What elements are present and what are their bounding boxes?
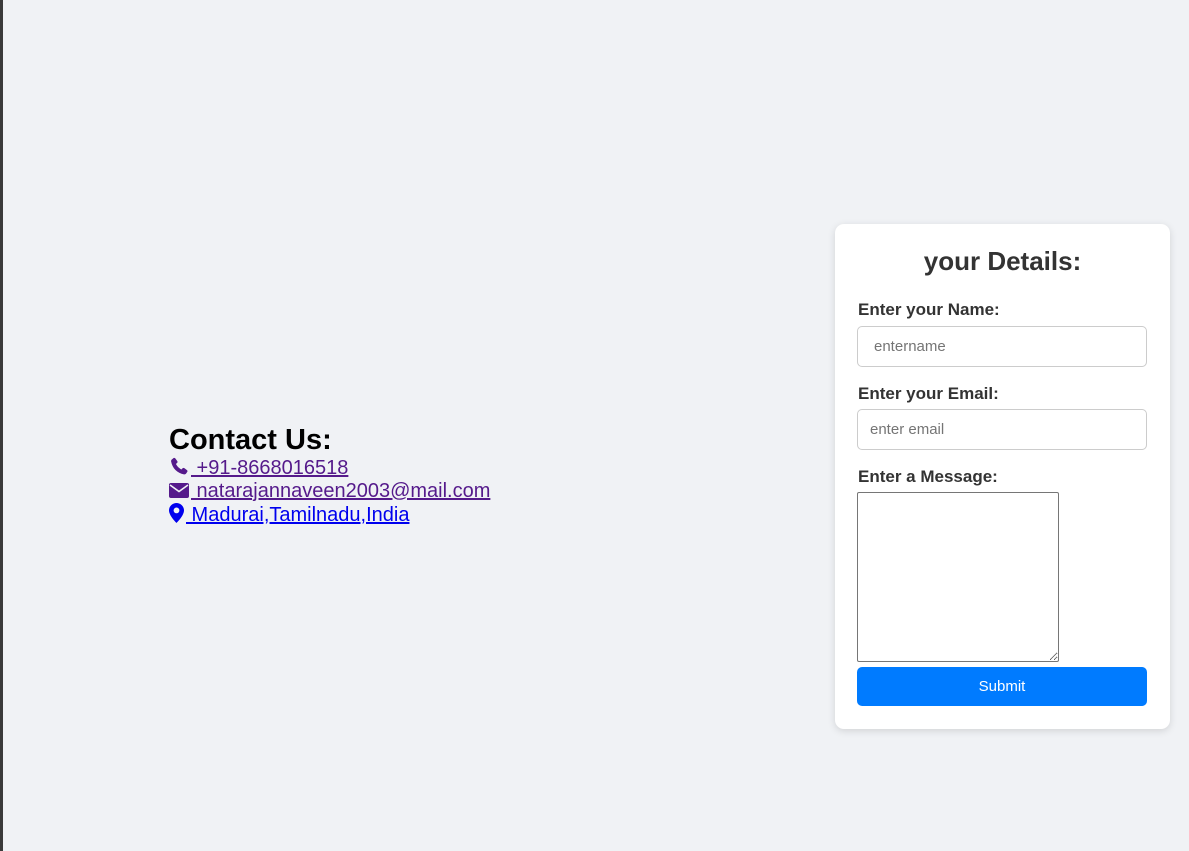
submit-button[interactable]: Submit <box>857 667 1147 706</box>
map-marker-icon <box>169 503 184 523</box>
email-address: natarajannaveen2003@mail.com <box>191 480 491 502</box>
phone-icon <box>171 457 188 475</box>
email-input[interactable] <box>857 409 1147 450</box>
location-link[interactable]: Madurai,Tamilnadu,India <box>169 503 589 527</box>
contact-section: Contact Us: +91-8668016518 natarajannave… <box>169 424 589 527</box>
form-title: your Details: <box>923 246 1082 276</box>
phone-number: +91-8668016518 <box>191 457 349 479</box>
message-label: Enter a Message: <box>858 467 998 486</box>
window-edge <box>0 0 3 851</box>
email-label: Enter your Email: <box>858 384 999 403</box>
name-input[interactable] <box>857 326 1147 367</box>
phone-link[interactable]: +91-8668016518 <box>169 457 589 480</box>
contact-heading: Contact Us: <box>169 424 332 456</box>
details-form: your Details: Enter your Name: Enter you… <box>835 224 1170 729</box>
message-textarea[interactable] <box>857 492 1059 662</box>
location-text: Madurai,Tamilnadu,India <box>186 504 410 526</box>
envelope-icon <box>169 483 189 498</box>
name-label: Enter your Name: <box>858 300 1000 319</box>
email-link[interactable]: natarajannaveen2003@mail.com <box>169 480 589 503</box>
